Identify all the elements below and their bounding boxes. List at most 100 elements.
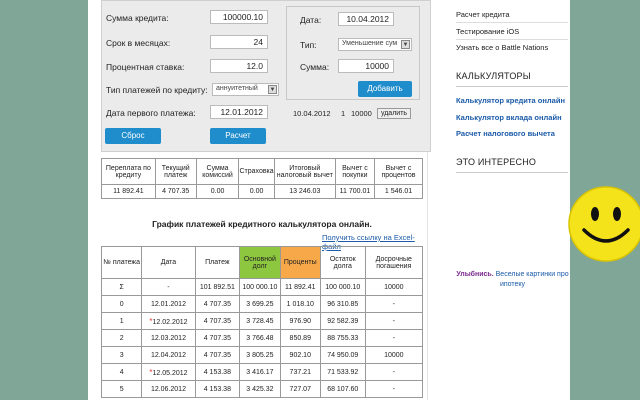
remove-prepayment-button[interactable]: удалить bbox=[377, 108, 411, 119]
sidebar-link[interactable]: Расчет кредита bbox=[456, 10, 510, 19]
prepay-list-sum: 10000 bbox=[351, 109, 372, 118]
sidebar-link-deposit-calc[interactable]: Калькулятор вклада онлайн bbox=[456, 113, 562, 122]
cell-prepayment: 10000 bbox=[364, 278, 424, 296]
cell-interest: 737.21 bbox=[279, 363, 321, 381]
amount-input[interactable] bbox=[210, 10, 268, 24]
cell-date: 12.01.2012 bbox=[141, 295, 196, 313]
caption-link: Веселые картинки про ипотеку bbox=[493, 271, 569, 288]
amount-label: Сумма кредита: bbox=[106, 13, 169, 23]
cell-date: *12.05.2012 bbox=[141, 363, 196, 381]
calculate-button[interactable]: Расчет bbox=[210, 128, 266, 144]
caption-bold: Улыбнись. bbox=[456, 271, 494, 278]
reset-button[interactable]: Сброс bbox=[105, 128, 161, 144]
main-content: Сумма кредита: Срок в месяцах: Процентна… bbox=[88, 0, 431, 400]
schedule-header: Платеж bbox=[194, 246, 241, 279]
cell-payment: 101 892.51 bbox=[194, 278, 241, 296]
prepay-date-label: Дата: bbox=[300, 15, 322, 25]
summary-header: Вычет с процентов bbox=[373, 158, 424, 185]
cell-interest: 1 018.10 bbox=[279, 295, 321, 313]
table-row: 3 12.04.2012 4 707.35 3 805.25 902.10 74… bbox=[100, 346, 424, 364]
summary-value: 11 892.41 bbox=[101, 184, 156, 199]
summary-value: 4 707.35 bbox=[154, 184, 197, 199]
payment-type-label: Тип платежей по кредиту: bbox=[106, 85, 208, 95]
prepay-type-value: Уменьшение сум bbox=[342, 40, 398, 47]
summary-header: Сумма комиссий bbox=[195, 158, 240, 185]
cell-payment: 4 707.35 bbox=[194, 346, 241, 364]
summary-header: Итоговый налоговый вычет bbox=[273, 158, 336, 185]
rate-label: Процентная ставка: bbox=[106, 62, 185, 72]
schedule-header-principal: Основной долг bbox=[239, 246, 281, 279]
sidebar-link-tax-calc[interactable]: Расчет налогового вычета bbox=[456, 129, 555, 138]
cell-date-text: 12.02.2012 bbox=[152, 318, 188, 326]
cell-balance: 68 107.60 bbox=[319, 380, 366, 398]
cell-balance: 74 950.09 bbox=[319, 346, 366, 364]
cell-date-text: 12.05.2012 bbox=[152, 369, 188, 377]
cell-date: 12.06.2012 bbox=[141, 380, 196, 398]
rate-input[interactable] bbox=[210, 59, 268, 73]
cell-date: - bbox=[141, 278, 196, 296]
calculators-heading: КАЛЬКУЛЯТОРЫ bbox=[456, 71, 531, 81]
divider bbox=[456, 172, 568, 173]
cell-number: 5 bbox=[100, 380, 143, 398]
cell-interest: 850.89 bbox=[279, 329, 321, 347]
prepay-list-date: 10.04.2012 bbox=[293, 109, 331, 118]
cell-principal: 3 425.32 bbox=[239, 380, 281, 398]
first-payment-input[interactable] bbox=[210, 105, 268, 119]
summary-header: Переплата по кредиту bbox=[101, 158, 156, 185]
summary-table: Переплата по кредиту Текущий платеж Сумм… bbox=[101, 158, 424, 199]
summary-value: 1 546.01 bbox=[373, 184, 424, 199]
cell-prepayment: - bbox=[364, 295, 424, 313]
summary-value: 0.00 bbox=[195, 184, 240, 199]
payment-type-select[interactable]: аннуитетный ▼ bbox=[212, 83, 279, 96]
sidebar: Расчет кредита Тестирование iOS Узнать в… bbox=[456, 0, 640, 400]
add-prepayment-button[interactable]: Добавить bbox=[358, 81, 412, 97]
cell-number: 2 bbox=[100, 329, 143, 347]
schedule-header: Дата bbox=[141, 246, 196, 279]
summary-value: 13 246.03 bbox=[273, 184, 336, 199]
smiley-icon[interactable] bbox=[566, 184, 640, 264]
sidebar-link-credit-calc[interactable]: Калькулятор кредита онлайн bbox=[456, 96, 565, 105]
cell-payment: 4 153.38 bbox=[194, 380, 241, 398]
term-label: Срок в месяцах: bbox=[106, 38, 171, 48]
cell-prepayment: - bbox=[364, 380, 424, 398]
divider bbox=[456, 39, 568, 40]
cell-balance: 71 533.92 bbox=[319, 363, 366, 381]
summary-value: 11 700.01 bbox=[334, 184, 375, 199]
cell-balance: 92 582.39 bbox=[319, 312, 366, 330]
prepay-sum-label: Сумма: bbox=[300, 62, 330, 72]
cell-interest: 976.90 bbox=[279, 312, 321, 330]
cell-prepayment: - bbox=[364, 363, 424, 381]
cell-interest: 727.07 bbox=[279, 380, 321, 398]
cell-payment: 4 707.35 bbox=[194, 312, 241, 330]
sidebar-link[interactable]: Тестирование iOS bbox=[456, 27, 519, 36]
cell-payment: 4 707.35 bbox=[194, 295, 241, 313]
prepay-type-select[interactable]: Уменьшение сум ▼ bbox=[338, 38, 412, 51]
schedule-header: Остаток долга bbox=[319, 246, 366, 279]
cell-date: 12.04.2012 bbox=[141, 346, 196, 364]
prepay-date-input[interactable] bbox=[338, 12, 394, 26]
cell-payment: 4 707.35 bbox=[194, 329, 241, 347]
smile-caption[interactable]: Улыбнись. Веселые картинки про ипотеку bbox=[456, 270, 569, 290]
cell-principal: 3 699.25 bbox=[239, 295, 281, 313]
cell-date: *12.02.2012 bbox=[141, 312, 196, 330]
sidebar-link[interactable]: Узнать все о Battle Nations bbox=[456, 43, 548, 52]
schedule-header: № платежа bbox=[100, 246, 143, 279]
interesting-heading: ЭТО ИНТЕРЕСНО bbox=[456, 157, 537, 167]
schedule-table: № платежа Дата Платеж Основной долг Проц… bbox=[100, 246, 424, 398]
cell-prepayment: - bbox=[364, 312, 424, 330]
table-row: 0 12.01.2012 4 707.35 3 699.25 1 018.10 … bbox=[100, 295, 424, 313]
prepay-sum-input[interactable] bbox=[338, 59, 394, 73]
cell-principal: 100 000.10 bbox=[239, 278, 281, 296]
cell-principal: 3 805.25 bbox=[239, 346, 281, 364]
term-input[interactable] bbox=[210, 35, 268, 49]
schedule-header: Досрочные погашения bbox=[364, 246, 424, 279]
cell-balance: 100 000.10 bbox=[319, 278, 366, 296]
table-row: 4 *12.05.2012 4 153.38 3 416.17 737.21 7… bbox=[100, 363, 424, 381]
schedule-title: График платежей кредитного калькулятора … bbox=[152, 219, 372, 229]
cell-number: 1 bbox=[100, 312, 143, 330]
cell-principal: 3 728.45 bbox=[239, 312, 281, 330]
first-payment-label: Дата первого платежа: bbox=[106, 108, 196, 118]
cell-number: 0 bbox=[100, 295, 143, 313]
cell-date: 12.03.2012 bbox=[141, 329, 196, 347]
cell-prepayment: - bbox=[364, 329, 424, 347]
